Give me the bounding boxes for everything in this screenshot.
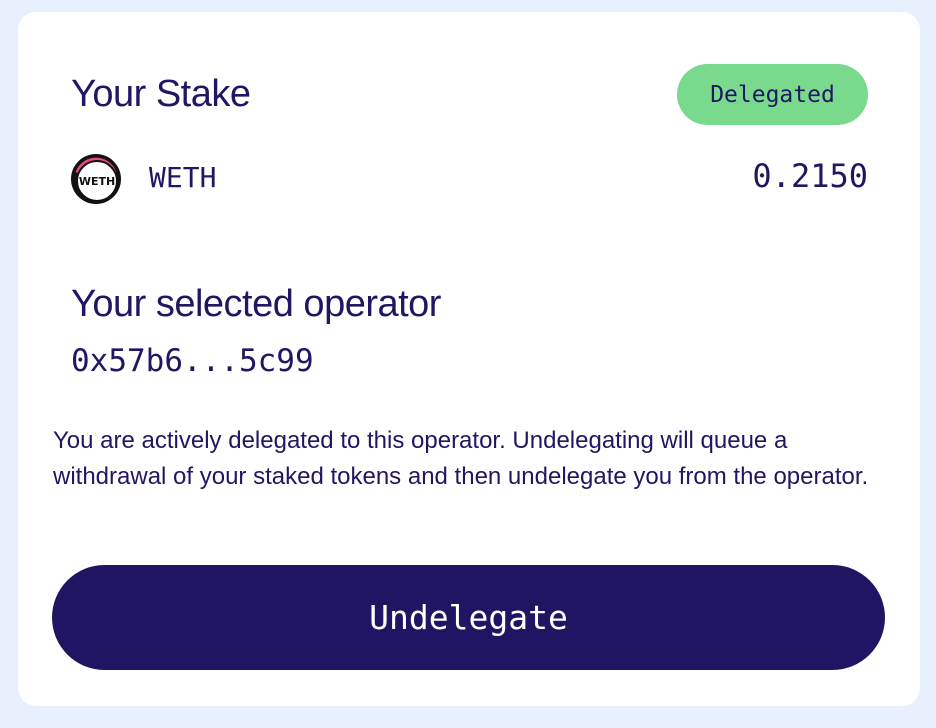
operator-address: 0x57b6...5c99 — [71, 343, 314, 379]
status-badge: Delegated — [677, 64, 868, 125]
delegation-description: You are actively delegated to this opera… — [53, 427, 869, 490]
operator-title: Your selected operator — [71, 283, 441, 325]
stake-title: Your Stake — [71, 73, 251, 115]
weth-icon-text: WETH — [79, 175, 115, 188]
token-name: WETH — [149, 161, 217, 194]
weth-token-icon: WETH — [70, 153, 122, 205]
token-amount: 0.2150 — [752, 157, 868, 195]
undelegate-button[interactable]: Undelegate — [52, 565, 885, 670]
stake-card: Your Stake Delegated WETH WETH 0.2150 Yo… — [18, 12, 920, 706]
